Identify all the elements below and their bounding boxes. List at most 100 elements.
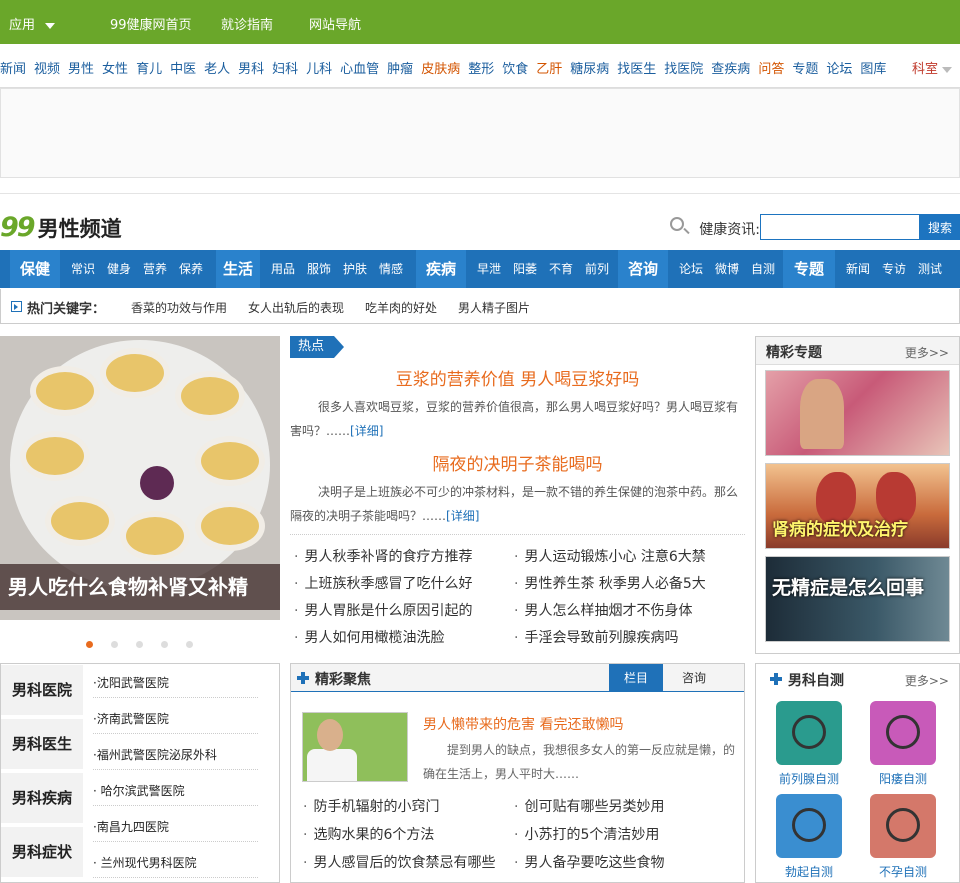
channel-link[interactable]: 找医院 bbox=[664, 62, 703, 77]
channel-link[interactable]: 心血管 bbox=[340, 62, 379, 77]
hospital-item[interactable]: ·沈阳武警医院 bbox=[93, 674, 258, 698]
self-test-icon[interactable] bbox=[776, 794, 842, 858]
more-link[interactable]: [详细] bbox=[350, 424, 383, 438]
topic-image-3[interactable]: 无精症是怎么回事 bbox=[765, 556, 950, 642]
nav-category[interactable]: 咨询 bbox=[618, 250, 668, 288]
feature-title[interactable]: 男人懒带来的危害 看完还敢懒吗 bbox=[423, 714, 623, 734]
channel-link[interactable]: 查疾病 bbox=[711, 62, 750, 77]
slide-dot[interactable] bbox=[86, 641, 93, 648]
feature-image[interactable] bbox=[302, 712, 408, 782]
channel-link[interactable]: 新闻 bbox=[0, 62, 26, 77]
self-test-label[interactable]: 勃起自测 bbox=[769, 863, 849, 880]
self-test-more-link[interactable]: 更多>> bbox=[905, 672, 949, 689]
slide-dot[interactable] bbox=[111, 641, 118, 648]
nav-sub-link[interactable]: 前列 bbox=[585, 262, 609, 276]
nav-sub-link[interactable]: 论坛 bbox=[679, 262, 703, 276]
nav-sub-link[interactable]: 服饰 bbox=[307, 262, 331, 276]
self-test-icon[interactable] bbox=[870, 701, 936, 765]
hot-keyword[interactable]: 吃羊肉的好处 bbox=[365, 299, 437, 316]
nav-category[interactable]: 专题 bbox=[783, 250, 835, 288]
self-test-label[interactable]: 阳痿自测 bbox=[863, 770, 943, 787]
channel-link[interactable]: 育儿 bbox=[136, 62, 162, 77]
nav-sub-link[interactable]: 自测 bbox=[751, 262, 775, 276]
channel-link[interactable]: 乙肝 bbox=[536, 62, 562, 77]
self-test-icon[interactable] bbox=[870, 794, 936, 858]
channel-link[interactable]: 问答 bbox=[758, 62, 784, 77]
tab-symptom[interactable]: 男科症状 bbox=[1, 827, 83, 877]
list-item[interactable]: 男人秋季补肾的食疗方推荐 bbox=[294, 544, 472, 571]
list-item[interactable]: 防手机辐射的小窍门 bbox=[303, 793, 495, 821]
slide-dot[interactable] bbox=[186, 641, 193, 648]
slide-dot[interactable] bbox=[161, 641, 168, 648]
nav-sub-link[interactable]: 护肤 bbox=[343, 262, 367, 276]
channel-link[interactable]: 视频 bbox=[34, 62, 60, 77]
list-item[interactable]: 小苏打的5个清洁妙用 bbox=[514, 821, 664, 849]
link-sitemap[interactable]: 网站导航 bbox=[309, 14, 361, 33]
tab-doctor[interactable]: 男科医生 bbox=[1, 719, 83, 769]
list-item[interactable]: 男人运动锻炼小心 注意6大禁 bbox=[514, 544, 705, 571]
self-test-icon[interactable] bbox=[776, 701, 842, 765]
channel-link[interactable]: 老人 bbox=[204, 62, 230, 77]
tab-column[interactable]: 栏目 bbox=[609, 664, 663, 692]
nav-sub-link[interactable]: 用品 bbox=[271, 262, 295, 276]
list-item[interactable]: 男人如何用橄榄油洗脸 bbox=[294, 625, 472, 652]
nav-sub-link[interactable]: 微博 bbox=[715, 262, 739, 276]
search-input[interactable] bbox=[760, 214, 920, 240]
self-test-label[interactable]: 前列腺自测 bbox=[769, 770, 849, 787]
tab-consult[interactable]: 咨询 bbox=[667, 664, 721, 692]
channel-link[interactable]: 皮肤病 bbox=[421, 62, 460, 77]
hot-keyword[interactable]: 香菜的功效与作用 bbox=[131, 299, 227, 316]
topic-image-2[interactable]: 肾病的症状及治疗 bbox=[765, 463, 950, 549]
slideshow-image[interactable]: 男人吃什么食物补肾又补精 bbox=[0, 336, 280, 620]
slide-dot[interactable] bbox=[136, 641, 143, 648]
nav-sub-link[interactable]: 早泄 bbox=[477, 262, 501, 276]
list-item[interactable]: 上班族秋季感冒了吃什么好 bbox=[294, 571, 472, 598]
hospital-item[interactable]: ·南昌九四医院 bbox=[93, 818, 258, 842]
channel-link[interactable]: 肿瘤 bbox=[387, 62, 413, 77]
channel-link[interactable]: 男性 bbox=[68, 62, 94, 77]
hospital-item[interactable]: ·福州武警医院泌尿外科 bbox=[93, 746, 258, 770]
list-item[interactable]: 创可贴有哪些另类妙用 bbox=[514, 793, 664, 821]
topics-more-link[interactable]: 更多>> bbox=[905, 344, 949, 361]
hospital-item[interactable]: · 哈尔滨武警医院 bbox=[93, 782, 258, 806]
channel-link[interactable]: 专题 bbox=[792, 62, 818, 77]
list-item[interactable]: 选购水果的6个方法 bbox=[303, 821, 495, 849]
channel-link[interactable]: 儿科 bbox=[306, 62, 332, 77]
hospital-item[interactable]: ·济南武警医院 bbox=[93, 710, 258, 734]
nav-sub-link[interactable]: 保养 bbox=[179, 262, 203, 276]
channel-link[interactable]: 找医生 bbox=[617, 62, 656, 77]
nav-sub-link[interactable]: 营养 bbox=[143, 262, 167, 276]
keshi-dropdown[interactable]: 科室 bbox=[912, 58, 952, 77]
hospital-item[interactable]: · 兰州现代男科医院 bbox=[93, 854, 258, 878]
nav-category[interactable]: 疾病 bbox=[416, 250, 466, 288]
list-item[interactable]: 男人怎么样抽烟才不伤身体 bbox=[514, 598, 706, 625]
list-item[interactable]: 男性养生茶 秋季男人必备5大 bbox=[514, 571, 705, 598]
nav-sub-link[interactable]: 不育 bbox=[549, 262, 573, 276]
link-guide[interactable]: 就诊指南 bbox=[221, 14, 273, 33]
apps-menu[interactable]: 应用 bbox=[9, 14, 56, 33]
hot-keyword[interactable]: 男人精子图片 bbox=[458, 299, 530, 316]
channel-link[interactable]: 中医 bbox=[170, 62, 196, 77]
nav-sub-link[interactable]: 健身 bbox=[107, 262, 131, 276]
channel-link[interactable]: 饮食 bbox=[502, 62, 528, 77]
more-link[interactable]: [详细] bbox=[446, 509, 479, 523]
nav-sub-link[interactable]: 情感 bbox=[379, 262, 403, 276]
channel-link[interactable]: 整形 bbox=[468, 62, 494, 77]
nav-sub-link[interactable]: 新闻 bbox=[846, 262, 870, 276]
nav-sub-link[interactable]: 专访 bbox=[882, 262, 906, 276]
nav-sub-link[interactable]: 测试 bbox=[918, 262, 942, 276]
channel-link[interactable]: 女性 bbox=[102, 62, 128, 77]
channel-link[interactable]: 图库 bbox=[860, 62, 886, 77]
nav-sub-link[interactable]: 常识 bbox=[71, 262, 95, 276]
channel-link[interactable]: 男科 bbox=[238, 62, 264, 77]
hot-keyword[interactable]: 女人出轨后的表现 bbox=[248, 299, 344, 316]
nav-sub-link[interactable]: 阳萎 bbox=[513, 262, 537, 276]
search-button[interactable]: 搜索 bbox=[920, 214, 960, 240]
channel-link[interactable]: 糖尿病 bbox=[570, 62, 609, 77]
list-item[interactable]: 手淫会导致前列腺疾病吗 bbox=[514, 625, 706, 652]
link-home[interactable]: 99健康网首页 bbox=[110, 14, 192, 33]
headline-2[interactable]: 隔夜的决明子茶能喝吗 bbox=[290, 450, 745, 475]
channel-logo[interactable]: 99 男性频道 bbox=[0, 212, 122, 243]
nav-category[interactable]: 生活 bbox=[216, 250, 260, 288]
topic-image-1[interactable] bbox=[765, 370, 950, 456]
